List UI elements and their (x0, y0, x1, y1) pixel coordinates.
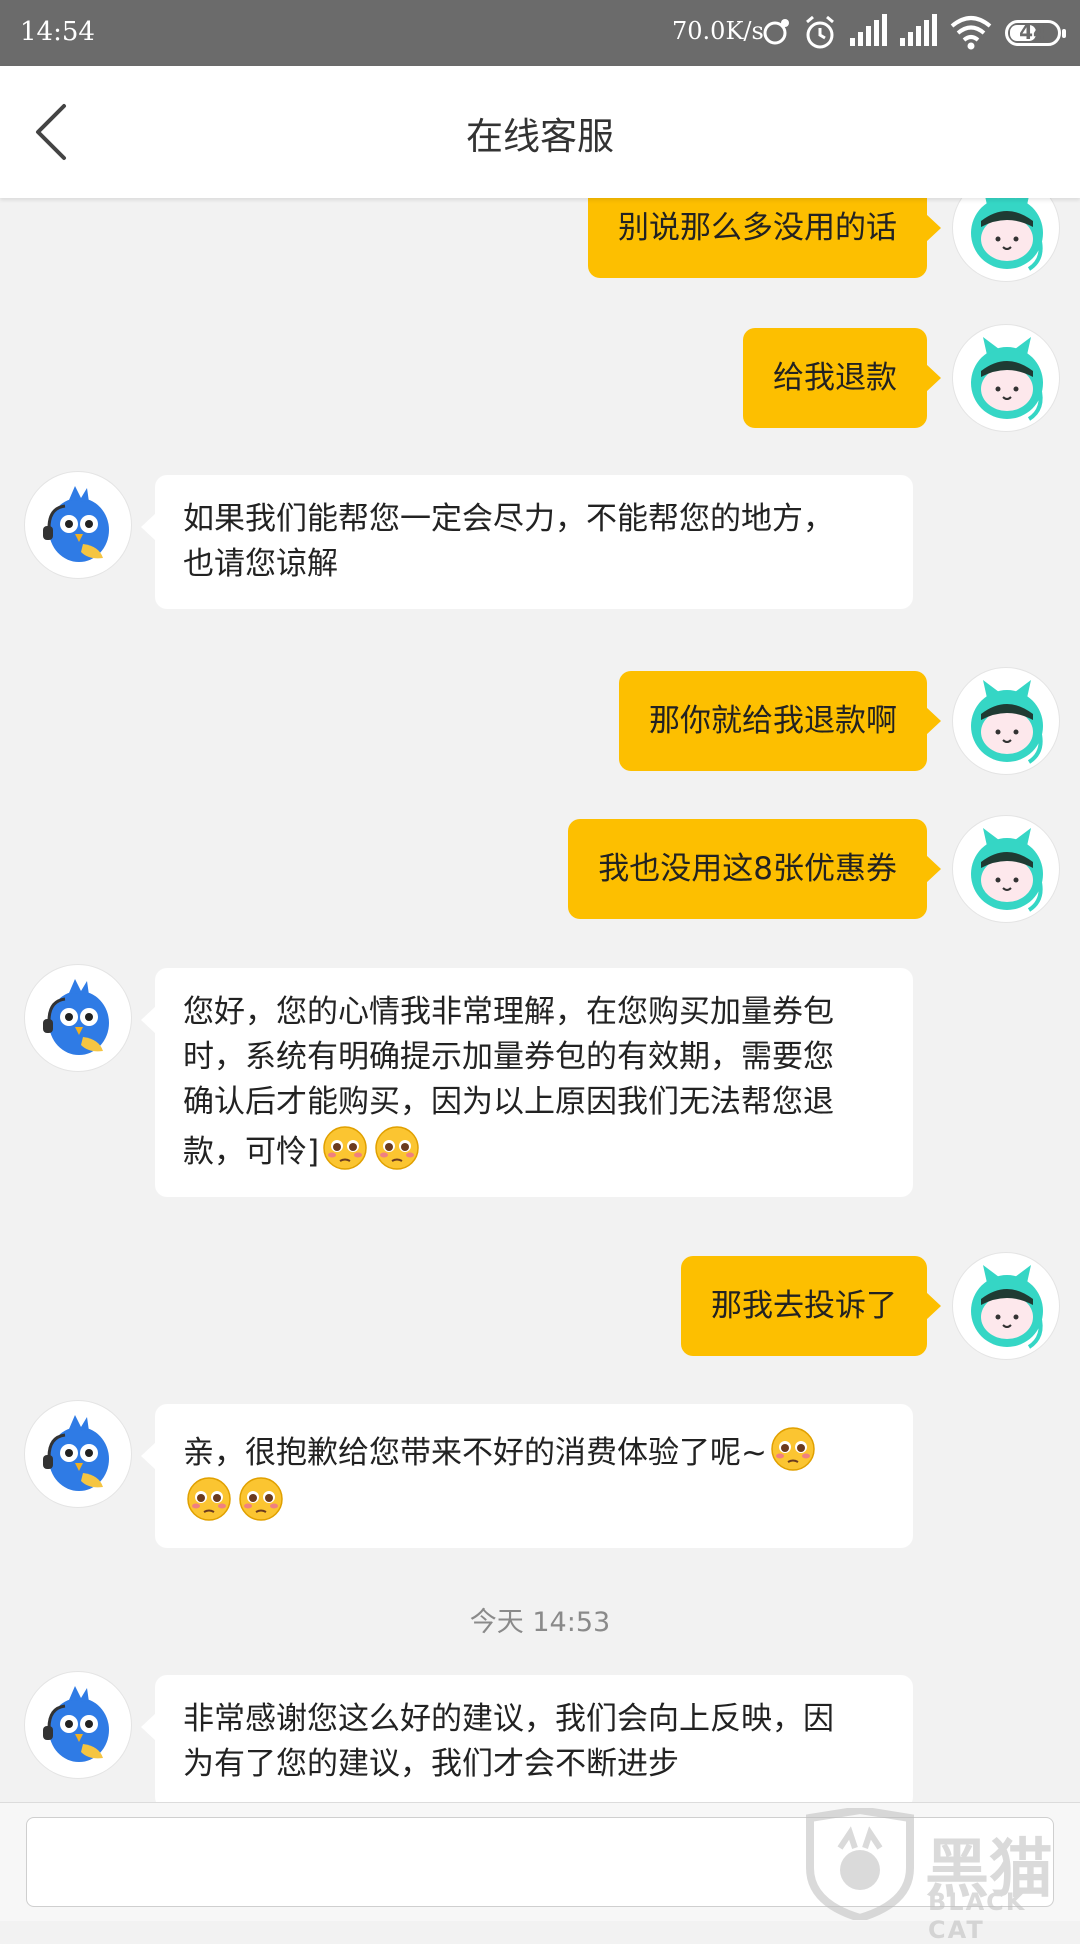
page-title: 在线客服 (466, 115, 614, 158)
sync-icon (763, 19, 789, 45)
message-line: 也请您谅解 (183, 546, 338, 582)
message-text: 亲，很抱歉给您带来不好的消费体验了呢~ (183, 1435, 767, 1471)
watermark: 黑猫 BLACK CAT (800, 1805, 1070, 1944)
agent-avatar[interactable] (24, 1671, 132, 1779)
message-bubble-outgoing[interactable]: 那我去投诉了 (681, 1256, 941, 1356)
pitiful-face-icon (771, 1427, 815, 1471)
message-bubble-incoming[interactable]: 如果我们能帮您一定会尽力，不能帮您的地方， 也请您谅解 (141, 475, 913, 609)
user-avatar-icon (971, 1265, 1043, 1349)
user-avatar[interactable] (952, 324, 1060, 432)
message-bubble-incoming[interactable]: 您好，您的心情我非常理解，在您购买加量券包 时，系统有明确提示加量券包的有效期，… (141, 968, 913, 1197)
watermark-subtext: BLACK CAT (928, 1888, 1027, 1944)
message-line: 非常感谢您这么好的建议，我们会向上反映，因 (183, 1701, 834, 1737)
user-avatar-icon (971, 337, 1043, 421)
message-line-with-emoji: 款，可怜] (183, 1125, 885, 1175)
message-line: 您好，您的心情我非常理解，在您购买加量券包 (183, 994, 834, 1030)
agent-avatar-icon (43, 486, 109, 562)
agent-avatar[interactable] (24, 964, 132, 1072)
message-bubble-outgoing[interactable]: 那你就给我退款啊 (619, 671, 941, 771)
status-time: 14:54 (20, 17, 95, 47)
network-speed: 70.0K/s (672, 17, 764, 45)
agent-avatar-icon (43, 1415, 109, 1491)
cat-shield-logo-icon (806, 1805, 914, 1923)
message-bubble-incoming[interactable]: 亲，很抱歉给您带来不好的消费体验了呢~ (141, 1404, 913, 1548)
user-avatar[interactable] (952, 1252, 1060, 1360)
wifi-icon (950, 16, 992, 50)
message-line-with-emoji: 亲，很抱歉给您带来不好的消费体验了呢~ (183, 1426, 885, 1476)
user-avatar[interactable] (952, 667, 1060, 775)
message-text: 款，可怜] (183, 1134, 320, 1170)
agent-avatar-icon (43, 1686, 109, 1762)
message-bubble-outgoing[interactable]: 我也没用这8张优惠券 (568, 819, 941, 919)
battery-icon: 44 (1005, 20, 1066, 46)
pitiful-face-icon (323, 1126, 367, 1170)
battery-level: 44 (1019, 20, 1047, 44)
alarm-icon (806, 15, 834, 49)
message-bubble-outgoing[interactable]: 别说那么多没用的话 (588, 198, 941, 278)
user-avatar-icon (971, 828, 1043, 912)
agent-avatar[interactable] (24, 1400, 132, 1508)
user-avatar-icon (971, 198, 1043, 271)
pitiful-face-icon (375, 1126, 419, 1170)
agent-avatar[interactable] (24, 471, 132, 579)
chat-timestamp: 今天 14:53 (469, 1607, 611, 1638)
user-avatar[interactable] (952, 815, 1060, 923)
message-line: 为有了您的建议，我们才会不断进步 (183, 1746, 679, 1782)
message-line: 如果我们能帮您一定会尽力，不能帮您的地方， (183, 501, 834, 537)
emoji-line (183, 1476, 885, 1526)
message-line: 时，系统有明确提示加量券包的有效期，需要您 (183, 1039, 834, 1075)
message-line: 确认后才能购买，因为以上原因我们无法帮您退 (183, 1084, 834, 1120)
pitiful-face-icon (187, 1477, 231, 1521)
agent-avatar-icon (43, 979, 109, 1055)
status-bar: 14:54 70.0K/s 44 (0, 0, 1080, 66)
chat-header: 在线客服 (0, 66, 1080, 198)
signal-icon (900, 14, 937, 46)
pitiful-face-icon (239, 1477, 283, 1521)
message-bubble-outgoing[interactable]: 给我退款 (743, 328, 941, 428)
chat-list[interactable]: 别说那么多没用的话 给我退款 如果我们能帮您一定会尽力，不能帮您的地方， 也请您… (0, 198, 1080, 1802)
signal-icon (850, 14, 887, 46)
user-avatar[interactable] (952, 198, 1060, 282)
message-bubble-incoming[interactable]: 非常感谢您这么好的建议，我们会向上反映，因 为有了您的建议，我们才会不断进步 (141, 1675, 913, 1802)
user-avatar-icon (971, 680, 1043, 764)
